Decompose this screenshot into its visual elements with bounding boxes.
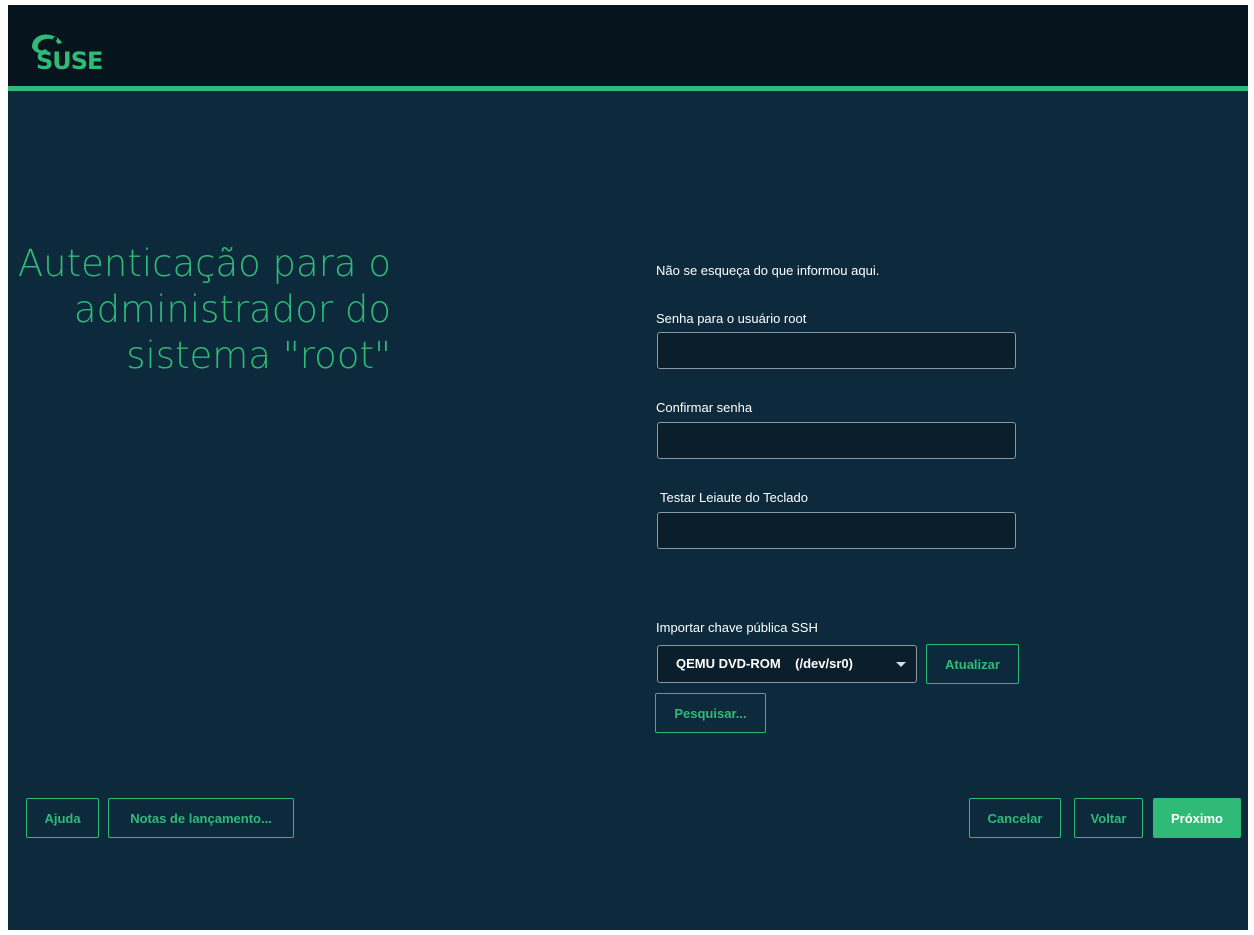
confirm-password-field[interactable] xyxy=(657,422,1016,459)
chevron-down-icon xyxy=(896,662,906,667)
keyboard-test-field[interactable] xyxy=(657,512,1016,549)
browse-button[interactable]: Pesquisar... xyxy=(655,693,766,733)
reminder-text: Não se esqueça do que informou aqui. xyxy=(656,263,880,278)
refresh-button[interactable]: Atualizar xyxy=(926,644,1019,684)
confirm-password-label: Confirmar senha xyxy=(656,400,753,415)
ssh-device-select[interactable]: QEMU DVD-ROM (/dev/sr0) xyxy=(657,645,917,683)
header-bar: SUSE xyxy=(8,5,1248,91)
next-button[interactable]: Próximo xyxy=(1153,798,1241,838)
password-label: Senha para o usuário root xyxy=(656,311,807,326)
suse-logo: SUSE xyxy=(26,25,126,75)
keyboard-test-label: Testar Leiaute do Teclado xyxy=(660,490,808,505)
ssh-import-label: Importar chave pública SSH xyxy=(656,620,818,635)
password-field[interactable] xyxy=(657,332,1016,369)
logo-text: SUSE xyxy=(36,47,103,75)
help-button[interactable]: Ajuda xyxy=(26,798,99,838)
installer-window: SUSE Autenticação para o administrador d… xyxy=(8,5,1248,930)
release-notes-button[interactable]: Notas de lançamento... xyxy=(108,798,294,838)
page-title: Autenticação para o administrador do sis… xyxy=(17,242,391,377)
cancel-button[interactable]: Cancelar xyxy=(969,798,1061,838)
ssh-device-value: QEMU DVD-ROM (/dev/sr0) xyxy=(676,656,853,671)
back-button[interactable]: Voltar xyxy=(1074,798,1143,838)
